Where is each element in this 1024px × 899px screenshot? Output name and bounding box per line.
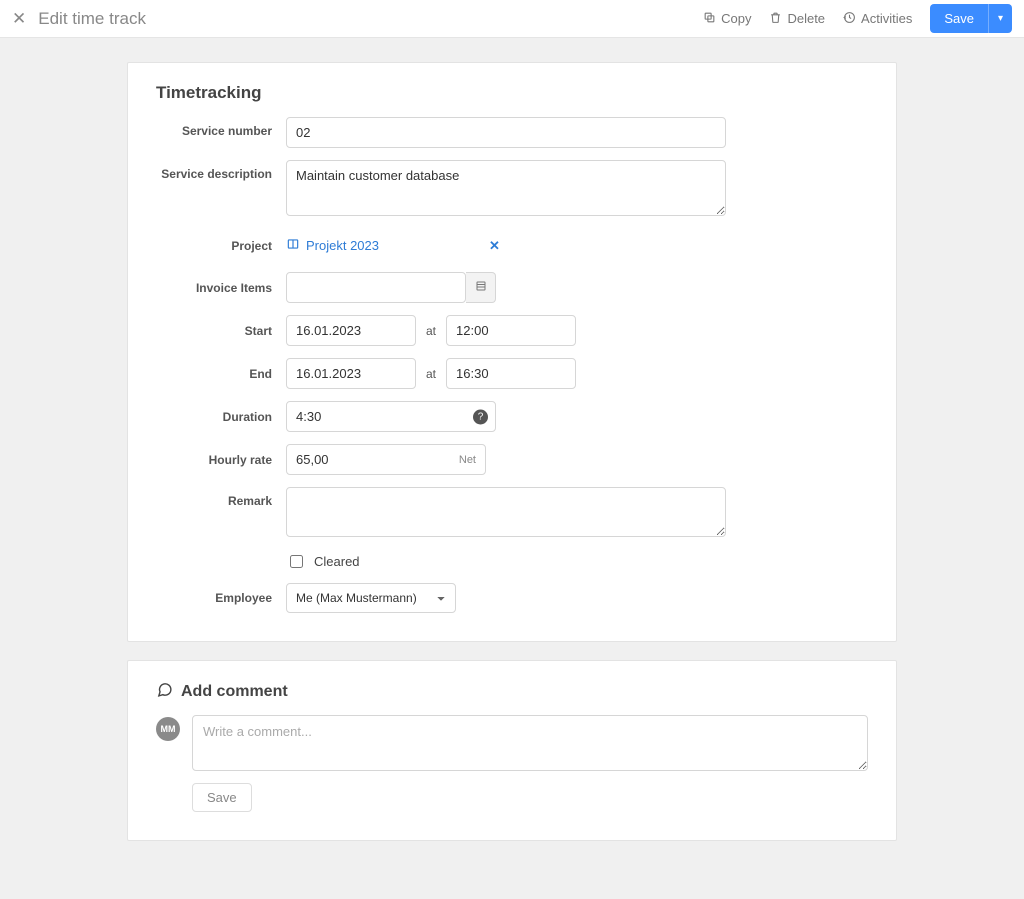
duration-help-icon[interactable]: ? — [473, 409, 488, 424]
copy-icon — [703, 11, 716, 27]
copy-button[interactable]: Copy — [703, 11, 751, 27]
avatar: MM — [156, 717, 180, 741]
label-duration: Duration — [156, 410, 286, 424]
label-service-description: Service description — [156, 160, 286, 181]
comments-card: Add comment MM Save — [127, 660, 897, 841]
label-project: Project — [156, 239, 286, 253]
timetracking-card: Timetracking Service number Service desc… — [127, 62, 897, 642]
end-time-input[interactable] — [446, 358, 576, 389]
service-number-input[interactable] — [286, 117, 726, 148]
label-remark: Remark — [156, 487, 286, 508]
history-icon — [843, 11, 856, 27]
project-icon — [286, 237, 300, 254]
label-invoice-items: Invoice Items — [156, 281, 286, 295]
save-dropdown-button[interactable]: ▾ — [988, 4, 1012, 33]
cleared-label[interactable]: Cleared — [314, 554, 360, 569]
list-icon — [475, 280, 487, 295]
hourly-rate-input[interactable] — [286, 444, 486, 475]
start-time-input[interactable] — [446, 315, 576, 346]
comment-input[interactable] — [192, 715, 868, 771]
label-service-number: Service number — [156, 117, 286, 138]
label-start: Start — [156, 324, 286, 338]
trash-icon — [769, 11, 782, 27]
start-at-label: at — [426, 324, 436, 338]
label-employee: Employee — [156, 591, 286, 605]
save-button[interactable]: Save — [930, 4, 988, 33]
service-description-input[interactable]: Maintain customer database — [286, 160, 726, 216]
activities-label: Activities — [861, 11, 912, 26]
delete-label: Delete — [787, 11, 825, 26]
top-bar: ✕ Edit time track Copy Delete Activities… — [0, 0, 1024, 38]
cleared-checkbox[interactable] — [290, 555, 303, 568]
end-at-label: at — [426, 367, 436, 381]
project-name: Projekt 2023 — [306, 238, 379, 253]
section-title: Timetracking — [156, 83, 868, 103]
delete-button[interactable]: Delete — [769, 11, 825, 27]
copy-label: Copy — [721, 11, 751, 26]
activities-button[interactable]: Activities — [843, 11, 912, 27]
project-remove-icon[interactable]: ✕ — [489, 238, 500, 254]
page-title: Edit time track — [38, 9, 146, 29]
comment-save-button[interactable]: Save — [192, 783, 252, 812]
invoice-items-browse-button[interactable] — [466, 272, 496, 303]
end-date-input[interactable] — [286, 358, 416, 389]
net-label: Net — [459, 454, 476, 466]
label-end: End — [156, 367, 286, 381]
close-icon[interactable]: ✕ — [12, 10, 26, 27]
comment-icon — [156, 681, 173, 703]
label-hourly-rate: Hourly rate — [156, 453, 286, 467]
remark-input[interactable] — [286, 487, 726, 537]
project-link[interactable]: Projekt 2023 — [286, 231, 379, 260]
comments-title: Add comment — [181, 683, 288, 701]
duration-input[interactable] — [286, 401, 496, 432]
invoice-items-search[interactable] — [286, 272, 466, 303]
start-date-input[interactable] — [286, 315, 416, 346]
employee-select[interactable]: Me (Max Mustermann) — [286, 583, 456, 613]
